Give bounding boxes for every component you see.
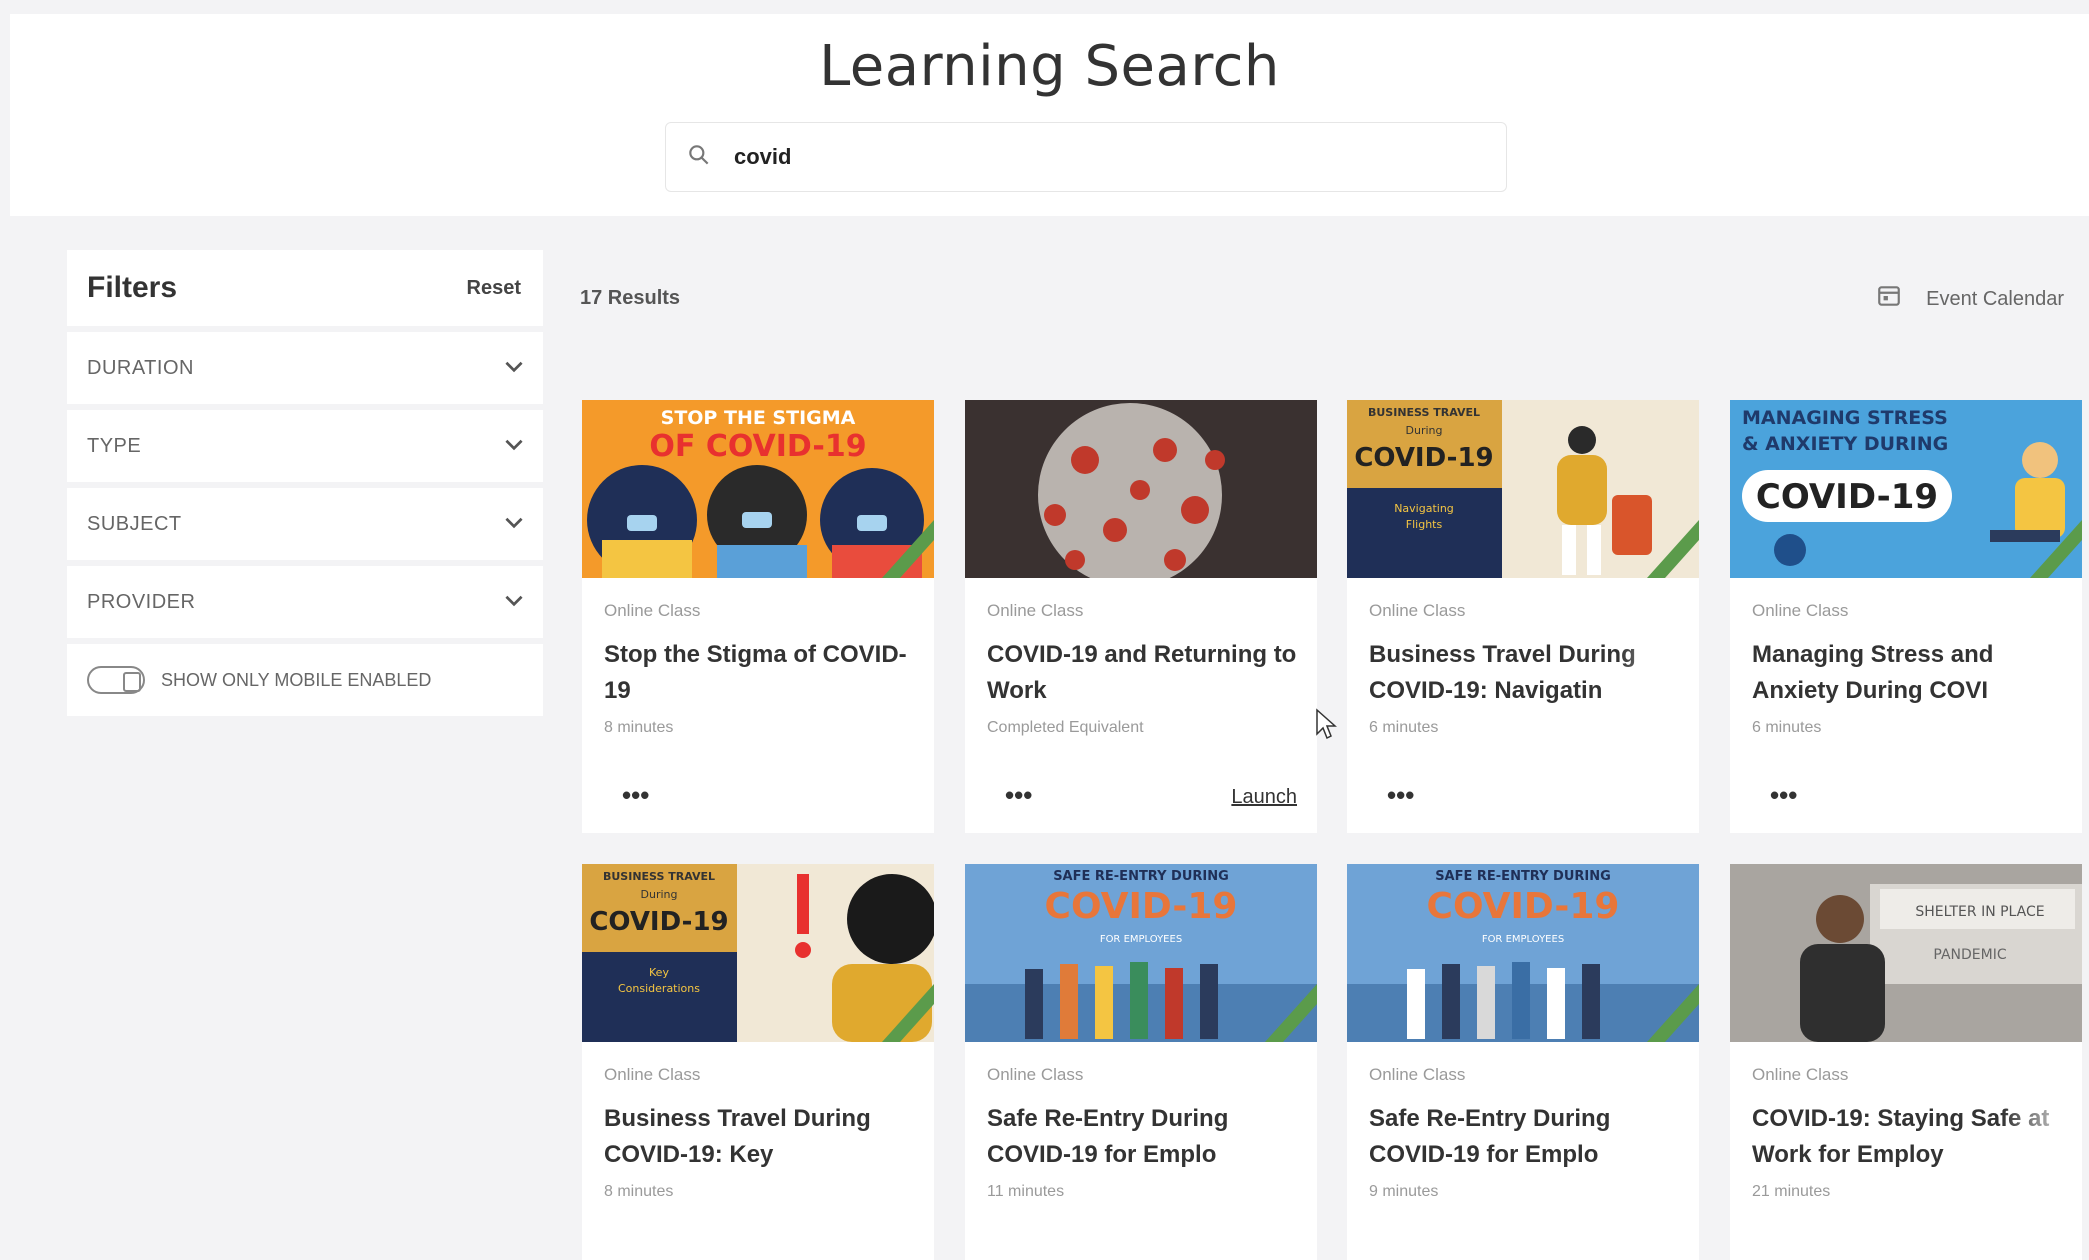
filters-header: Filters Reset: [67, 250, 543, 326]
thumbnail-text: & ANXIETY DURING: [1742, 433, 1948, 455]
thumbnail-text: Considerations: [618, 982, 700, 995]
course-type: Online Class: [1752, 601, 1849, 620]
thumbnail-text: COVID-19: [589, 907, 728, 937]
filter-label: PROVIDER: [87, 590, 196, 613]
course-duration: 21 minutes: [1752, 1183, 1831, 1200]
thumbnail-text: During: [1406, 424, 1443, 437]
title-fade: [2002, 1101, 2082, 1173]
filter-duration[interactable]: DURATION: [67, 332, 543, 404]
mouse-cursor-icon: [1316, 708, 1337, 740]
course-status: Completed Equivalent: [987, 719, 1144, 736]
thumbnail-text: SHELTER IN PLACE: [1915, 904, 2044, 920]
course-type: Online Class: [987, 601, 1084, 620]
thumbnail-text: Navigating: [1394, 502, 1454, 515]
thumbnail-text: COVID-19: [1756, 477, 1938, 517]
course-type: Online Class: [987, 1065, 1084, 1084]
thumbnail-text: During: [641, 888, 678, 901]
calendar-icon: [1876, 283, 1926, 315]
course-thumbnail: [965, 400, 1317, 578]
thumbnail-text: SAFE RE-ENTRY DURING: [1053, 869, 1229, 884]
course-card[interactable]: BUSINESS TRAVEL During COVID-19 Key Cons…: [582, 864, 934, 1260]
course-title[interactable]: COVID-19 and Returning to Work: [987, 637, 1305, 709]
course-thumbnail: SAFE RE-ENTRY DURING COVID-19 FOR EMPLOY…: [1347, 864, 1699, 1042]
course-card[interactable]: SAFE RE-ENTRY DURING COVID-19 FOR EMPLOY…: [965, 864, 1317, 1260]
more-options-button[interactable]: •••: [1387, 782, 1414, 808]
title-fade: [1619, 1101, 1699, 1173]
chevron-down-icon: [501, 431, 527, 462]
thumbnail-text: FOR EMPLOYEES: [1482, 934, 1564, 945]
course-card[interactable]: Online Class COVID-19 and Returning to W…: [965, 400, 1317, 833]
course-thumbnail: BUSINESS TRAVEL During COVID-19 Key Cons…: [582, 864, 934, 1042]
thumbnail-text: BUSINESS TRAVEL: [603, 870, 715, 883]
thumbnail-text: BUSINESS TRAVEL: [1368, 406, 1480, 419]
thumbnail-text: MANAGING STRESS: [1742, 407, 1948, 429]
launch-link[interactable]: Launch: [1231, 786, 1297, 809]
thumbnail-text: STOP THE STIGMA: [661, 407, 856, 429]
thumbnail-text: PANDEMIC: [1933, 947, 2006, 963]
course-thumbnail: SAFE RE-ENTRY DURING COVID-19 FOR EMPLOY…: [965, 864, 1317, 1042]
thumbnail-text: Key: [649, 966, 669, 979]
results-count: 17 Results: [580, 287, 681, 309]
thumbnail-text: Flights: [1406, 518, 1443, 531]
thumbnail-text: FOR EMPLOYEES: [1100, 934, 1182, 945]
course-thumbnail: BUSINESS TRAVEL During COVID-19 Navigati…: [1347, 400, 1699, 578]
filter-label: TYPE: [87, 434, 142, 457]
search-icon: [686, 142, 712, 173]
course-duration: 6 minutes: [1369, 719, 1439, 736]
course-thumbnail: MANAGING STRESS & ANXIETY DURING COVID-1…: [1730, 400, 2082, 578]
thumbnail-text: COVID-19: [1045, 886, 1238, 927]
course-duration: 9 minutes: [1369, 1183, 1439, 1200]
title-fade: [1619, 637, 1699, 709]
course-duration: 11 minutes: [987, 1183, 1065, 1200]
course-duration: 8 minutes: [604, 1183, 674, 1200]
reset-button[interactable]: Reset: [467, 277, 521, 300]
filter-provider[interactable]: PROVIDER: [67, 566, 543, 638]
course-card[interactable]: SAFE RE-ENTRY DURING COVID-19 FOR EMPLOY…: [1347, 864, 1699, 1260]
course-duration: 8 minutes: [604, 719, 674, 736]
course-type: Online Class: [1369, 601, 1466, 620]
course-type: Online Class: [604, 1065, 701, 1084]
thumbnail-text: SAFE RE-ENTRY DURING: [1435, 869, 1611, 884]
search-input[interactable]: [734, 144, 1494, 170]
course-thumbnail: SHELTER IN PLACE PANDEMIC: [1730, 864, 2082, 1042]
filter-type[interactable]: TYPE: [67, 410, 543, 482]
course-card[interactable]: BUSINESS TRAVEL During COVID-19 Navigati…: [1347, 400, 1699, 833]
search-bar[interactable]: [665, 122, 1507, 192]
course-card[interactable]: MANAGING STRESS & ANXIETY DURING COVID-1…: [1730, 400, 2082, 833]
event-calendar-button[interactable]: Event Calendar: [1876, 283, 2064, 315]
course-title[interactable]: Stop the Stigma of COVID-19: [604, 637, 922, 709]
filters-title: Filters: [87, 271, 178, 304]
course-card[interactable]: STOP THE STIGMA OF COVID-19 Online Class…: [582, 400, 934, 833]
more-options-button[interactable]: •••: [622, 782, 649, 808]
more-options-button[interactable]: •••: [1770, 782, 1797, 808]
filter-label: DURATION: [87, 356, 194, 379]
toggle-label: SHOW ONLY MOBILE ENABLED: [161, 669, 432, 690]
course-type: Online Class: [1752, 1065, 1849, 1084]
course-type: Online Class: [604, 601, 701, 620]
course-type: Online Class: [1369, 1065, 1466, 1084]
course-thumbnail: STOP THE STIGMA OF COVID-19: [582, 400, 934, 578]
chevron-down-icon: [501, 587, 527, 618]
course-title[interactable]: Business Travel During COVID-19: Key: [604, 1101, 922, 1173]
title-fade: [1237, 1101, 1317, 1173]
filters-panel: Filters Reset DURATION TYPE SUBJECT PROV…: [67, 250, 543, 716]
chevron-down-icon: [501, 353, 527, 384]
page-title: Learning Search: [819, 34, 1280, 99]
page-header: Learning Search: [10, 14, 2089, 216]
chevron-down-icon: [501, 509, 527, 540]
more-options-button[interactable]: •••: [1005, 782, 1032, 808]
filter-subject[interactable]: SUBJECT: [67, 488, 543, 560]
thumbnail-text: COVID-19: [1427, 886, 1620, 927]
mobile-enabled-row: SHOW ONLY MOBILE ENABLED: [67, 644, 543, 716]
thumbnail-text: COVID-19: [1354, 443, 1493, 473]
filter-label: SUBJECT: [87, 512, 182, 535]
course-duration: 6 minutes: [1752, 719, 1822, 736]
thumbnail-text: OF COVID-19: [649, 429, 866, 464]
mobile-enabled-toggle[interactable]: [87, 666, 145, 694]
title-fade: [2002, 637, 2082, 709]
event-calendar-label: Event Calendar: [1926, 287, 2064, 310]
course-card[interactable]: SHELTER IN PLACE PANDEMIC Online Class C…: [1730, 864, 2082, 1260]
